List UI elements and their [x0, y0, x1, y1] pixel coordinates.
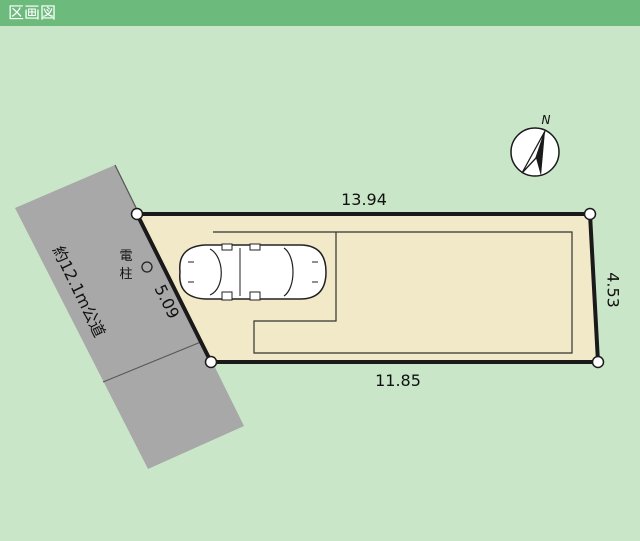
dimension-bottom: 11.85: [375, 371, 421, 390]
corner-marker-bottom-right: [591, 355, 605, 369]
header-bar: 区画図: [0, 0, 640, 26]
corner-marker-top-left: [130, 207, 144, 221]
corner-marker-top-right: [583, 207, 597, 221]
dimension-right: 4.53: [604, 272, 623, 308]
pole-label-line2: 柱: [119, 267, 132, 282]
dimension-top: 13.94: [341, 190, 387, 209]
corner-marker-bottom-left: [204, 355, 218, 369]
site-plan: 約12.1m公道 電 柱 13.94 4.53 11.85 5.09 N: [0, 26, 640, 541]
header-title: 区画図: [8, 3, 57, 22]
car-icon: [179, 243, 327, 301]
site-plan-page: 区画図 約12.1m公道 電 柱 13.94 4.53 11.85 5.09 N: [0, 0, 640, 541]
pole-label-line1: 電: [119, 249, 132, 264]
compass-north-label: N: [542, 113, 551, 127]
